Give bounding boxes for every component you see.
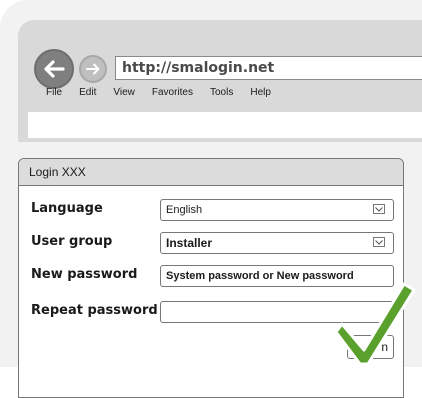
user-group-value: Installer xyxy=(166,236,213,250)
address-bar[interactable]: http://smalogin.net xyxy=(115,56,422,80)
repeat-password-label: Repeat password xyxy=(31,303,158,318)
new-password-label: New password xyxy=(31,267,138,282)
back-button[interactable] xyxy=(34,49,74,89)
language-label: Language xyxy=(31,201,103,216)
user-group-select[interactable]: Installer xyxy=(160,232,394,254)
menu-view[interactable]: View xyxy=(113,87,135,103)
checkmark-icon xyxy=(334,282,416,366)
menu-edit[interactable]: Edit xyxy=(79,87,96,103)
menu-favorites[interactable]: Favorites xyxy=(152,87,193,103)
browser-content-area xyxy=(28,112,422,138)
forward-arrow-icon xyxy=(86,63,100,75)
language-value: English xyxy=(166,204,203,216)
dialog-title: Login XXX xyxy=(19,159,403,186)
forward-button[interactable] xyxy=(79,55,107,83)
menu-file[interactable]: File xyxy=(46,87,62,103)
dropdown-caret-icon xyxy=(373,237,385,247)
dropdown-caret-icon xyxy=(373,204,385,214)
menu-help[interactable]: Help xyxy=(250,87,271,103)
back-arrow-icon xyxy=(44,60,65,78)
browser-menubar: File Edit View Favorites Tools Help xyxy=(46,87,288,103)
menu-tools[interactable]: Tools xyxy=(210,87,233,103)
language-select[interactable]: English xyxy=(160,199,394,221)
user-group-label: User group xyxy=(31,234,113,249)
